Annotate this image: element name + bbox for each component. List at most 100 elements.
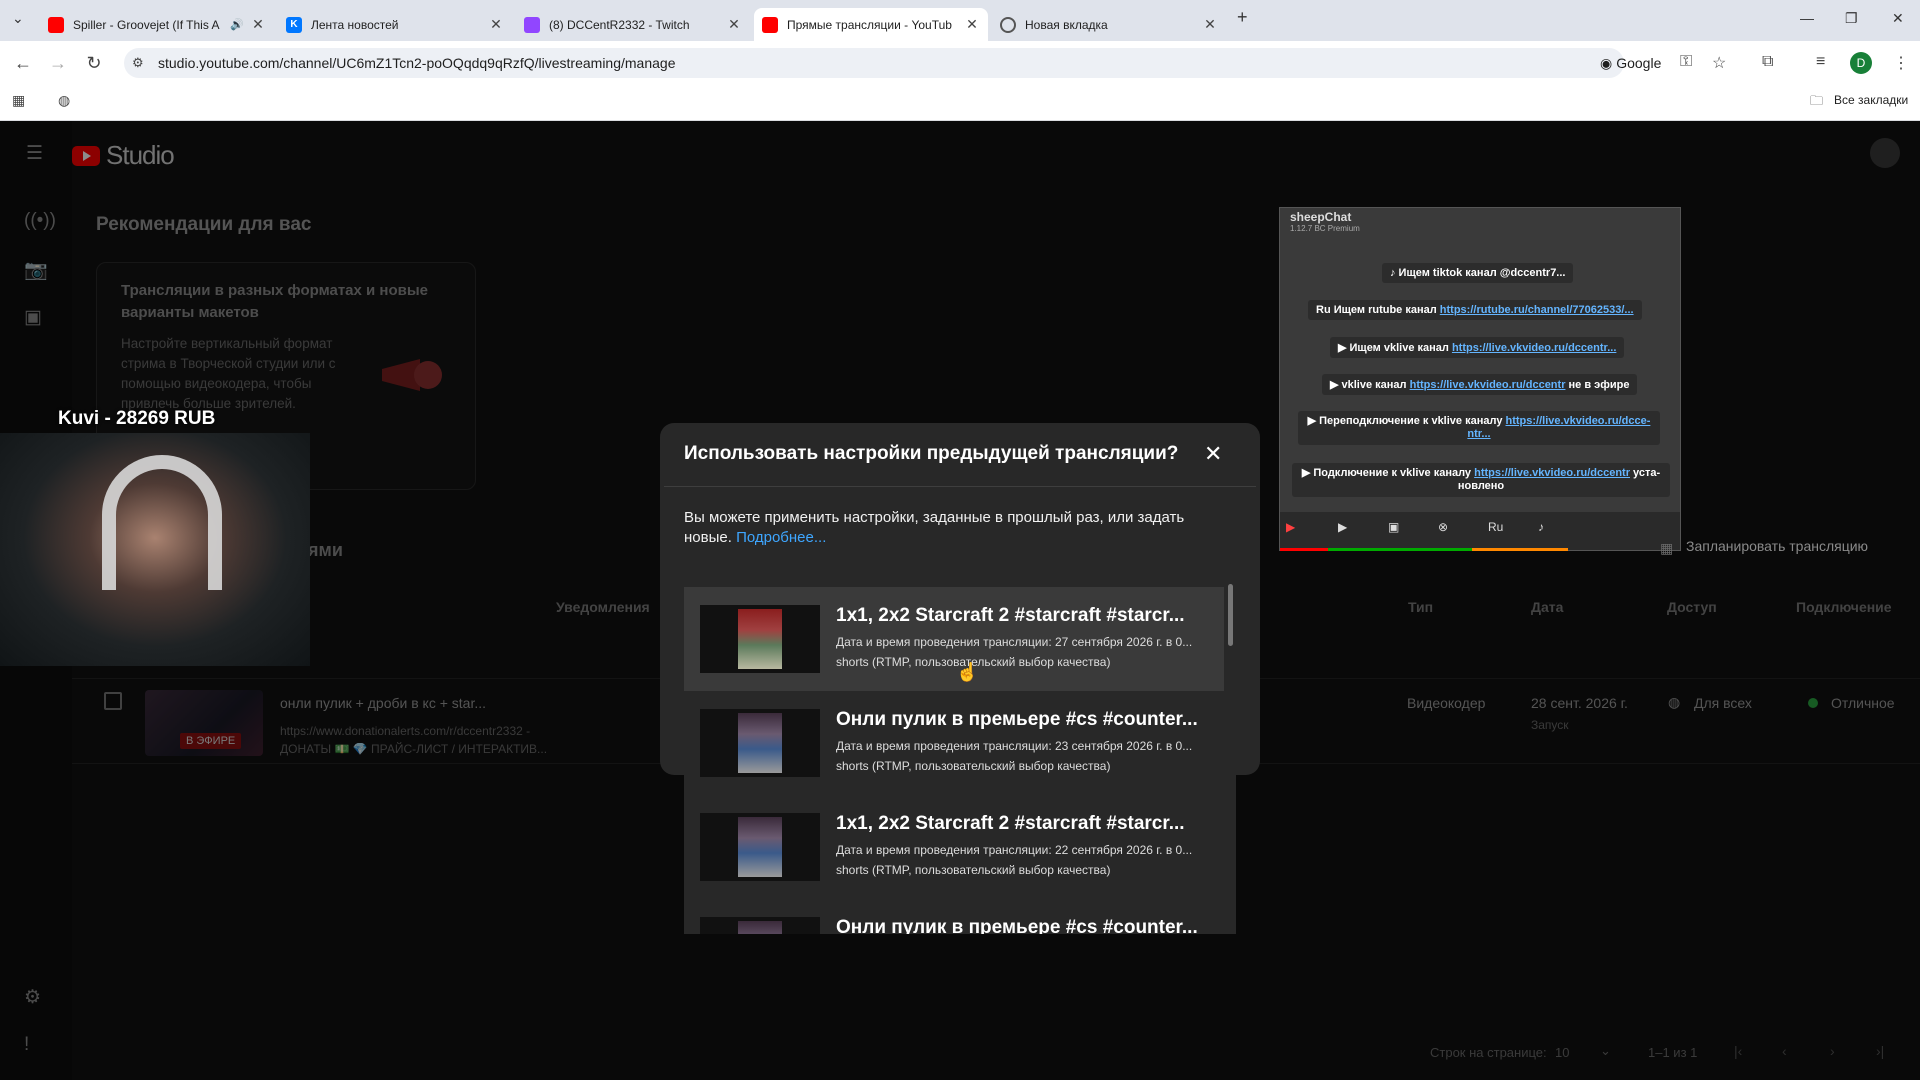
close-icon[interactable]: ✕ [1204, 441, 1222, 467]
chat-message: ▶ Подключение к vklive каналу https://li… [1292, 463, 1670, 497]
restore-button[interactable]: ❐ [1845, 10, 1858, 27]
item-title: Онли пулик в премьере #cs #counter... [836, 917, 1198, 934]
close-tab-icon[interactable]: ✕ [726, 16, 742, 33]
list-item[interactable]: 1x1, 2x2 Starcraft 2 #starcraft #starcr.… [684, 795, 1224, 899]
previous-streams-list: 1x1, 2x2 Starcraft 2 #starcraft #starcr.… [684, 578, 1236, 934]
item-title: Онли пулик в премьере #cs #counter... [836, 709, 1198, 730]
play-icon: ▶ [1338, 520, 1348, 534]
close-tab-icon[interactable]: ✕ [488, 16, 504, 33]
minimize-button[interactable]: — [1800, 10, 1814, 26]
forward-icon[interactable]: → [46, 53, 70, 74]
donation-alert: Kuvi - 28269 RUB [58, 408, 216, 429]
dialog-title: Использовать настройки предыдущей трансл… [684, 443, 1179, 464]
bookmark-star-icon[interactable]: ☆ [1712, 53, 1726, 73]
chat-message-text: ▶ Ищем vklive канал [1338, 342, 1452, 354]
chat-message-text: ▶ vklive канал [1330, 379, 1410, 391]
extensions-icon[interactable]: ⧉ [1762, 53, 1773, 71]
chat-link[interactable]: https://live.vkvideo.ru/dccentr [1474, 467, 1630, 479]
chat-link[interactable]: https://live.vkvideo.ru/dccentr [1410, 379, 1566, 391]
calendar-icon: ▦ [1660, 540, 1674, 556]
all-bookmarks[interactable]: Все закладки [1834, 93, 1908, 107]
google-label: Google [1616, 55, 1662, 71]
browser-tab-youtube-studio[interactable]: Прямые трансляции - YouTub ✕ [754, 8, 988, 41]
chat-message-text: ▶ Подключение к vklive каналу [1301, 467, 1475, 479]
close-tab-icon[interactable]: ✕ [964, 16, 980, 33]
chat-message: ▶ vklive канал https://live.vkvideo.ru/d… [1322, 374, 1638, 395]
learn-more-link[interactable]: Подробнее... [736, 529, 826, 546]
list-item[interactable]: Онли пулик в премьере #cs #counter... Да… [684, 691, 1224, 795]
chat-link[interactable]: https://rutube.ru/channel/77062533/... [1440, 304, 1634, 316]
twitch-icon: ▣ [1388, 520, 1400, 534]
item-title: 1x1, 2x2 Starcraft 2 #starcraft #starcr.… [836, 813, 1185, 834]
chat-status-stripe [1280, 548, 1680, 551]
globe-icon[interactable]: ◍ [58, 92, 70, 109]
chat-link[interactable]: https://live.vkvideo.ru/dccentr... [1452, 342, 1616, 354]
tab-title: (8) DCCentR2332 - Twitch [549, 17, 690, 32]
item-title: 1x1, 2x2 Starcraft 2 #starcraft #starcr.… [836, 605, 1185, 626]
tab-title: Новая вкладка [1025, 17, 1108, 32]
youtube-icon [48, 16, 64, 33]
headphones-shape [102, 455, 222, 590]
chat-message-suffix: не в эфире [1565, 379, 1630, 391]
vk-icon: K [286, 16, 302, 33]
tab-strip: ⌄ Spiller - Groovejet (If This A 🔊 ✕ K Л… [0, 0, 1920, 41]
chat-subtitle: 1.12.7 BC Premium [1290, 224, 1360, 233]
close-tab-icon[interactable]: ✕ [1202, 16, 1218, 33]
chrome-icon [1000, 16, 1016, 33]
browser-tab-new[interactable]: Новая вкладка ✕ [992, 8, 1226, 41]
chat-title: sheepChat [1290, 210, 1352, 224]
chat-message: ♪ Ищем tiktok канал @dccentr7... [1382, 263, 1574, 283]
schedule-stream-button[interactable]: Запланировать трансляцию [1686, 538, 1868, 554]
folder-icon: 🗀 [1810, 93, 1824, 108]
list-item[interactable]: 1x1, 2x2 Starcraft 2 #starcraft #starcr.… [684, 587, 1224, 691]
chat-message-text: Ru Ищем rutube канал [1316, 304, 1440, 316]
new-tab-button[interactable]: + [1237, 7, 1248, 28]
list-item[interactable]: Онли пулик в премьере #cs #counter... [684, 899, 1224, 934]
browser-tab-vk[interactable]: K Лента новостей ✕ [278, 8, 512, 41]
mouse-cursor-icon: ☝ [956, 662, 979, 682]
item-date: Дата и время проведения трансляции: 22 с… [836, 843, 1193, 857]
dialog-divider [664, 486, 1256, 487]
url-text[interactable]: studio.youtube.com/channel/UC6mZ1Tcn2-po… [158, 55, 676, 71]
tab-title: Прямые трансляции - YouTub [787, 17, 952, 32]
chat-message: ▶ Ищем vklive канал https://live.vkvideo… [1330, 337, 1625, 358]
browser-tab-spiller[interactable]: Spiller - Groovejet (If This A 🔊 ✕ [40, 8, 274, 41]
tab-title: Лента новостей [311, 17, 399, 32]
list-scrollbar[interactable] [1228, 584, 1233, 646]
kick-icon: ⊗ [1438, 520, 1449, 534]
close-tab-icon[interactable]: ✕ [250, 16, 266, 33]
item-date: Дата и время проведения трансляции: 27 с… [836, 635, 1193, 649]
dialog-text: Вы можете применить настройки, заданные … [684, 508, 1236, 548]
stream-thumbnail [700, 709, 820, 777]
youtube-icon [762, 16, 778, 33]
site-info-icon[interactable]: ⚙ [132, 55, 144, 71]
rutube-icon: Ru [1488, 520, 1504, 534]
browser-tab-twitch[interactable]: (8) DCCentR2332 - Twitch ✕ [516, 8, 750, 41]
stream-thumbnail [700, 605, 820, 673]
item-format: shorts (RTMP, пользовательский выбор кач… [836, 863, 1111, 877]
menu-dots-icon[interactable]: ⋮ [1893, 53, 1909, 73]
media-control-icon[interactable]: ≡ [1816, 53, 1825, 71]
bookmarks-bar [0, 85, 1920, 121]
chat-message-text: ▶ Переподключение к vklive каналу [1307, 415, 1506, 427]
tab-search-icon[interactable]: ⌄ [12, 10, 24, 27]
lens-icon: ◉ [1600, 54, 1613, 71]
profile-avatar[interactable]: D [1850, 52, 1872, 74]
chat-message-text: ♪ Ищем tiktok канал @dccentr7... [1390, 267, 1566, 279]
tab-title: Spiller - Groovejet (If This A [73, 17, 220, 32]
item-date: Дата и время проведения трансляции: 23 с… [836, 739, 1193, 753]
twitch-icon [524, 16, 540, 33]
stream-thumbnail [700, 917, 820, 934]
password-key-icon[interactable]: ⚿ [1680, 53, 1692, 71]
google-lens-button[interactable]: ◉ Google [1592, 52, 1669, 74]
stream-thumbnail [700, 813, 820, 881]
chat-message: Ru Ищем rutube канал https://rutube.ru/c… [1308, 300, 1642, 320]
reload-icon[interactable]: ↻ [82, 53, 106, 74]
chat-message: ▶ Переподключение к vklive каналу https:… [1298, 411, 1660, 445]
audio-icon[interactable]: 🔊 [230, 18, 244, 31]
tiktok-icon: ♪ [1538, 520, 1544, 534]
back-icon[interactable]: ← [11, 53, 35, 74]
apps-grid-icon[interactable]: ▦ [12, 92, 25, 109]
youtube-icon: ▶ [1286, 520, 1296, 534]
close-window-button[interactable]: ✕ [1892, 10, 1904, 27]
